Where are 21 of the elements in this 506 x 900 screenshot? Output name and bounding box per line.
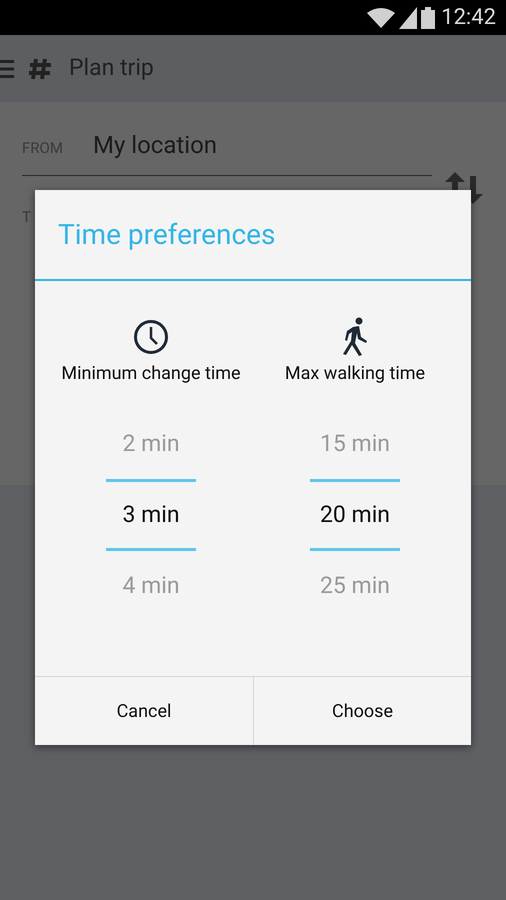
picker-option[interactable]: 4 min	[106, 551, 196, 621]
picker-option[interactable]: 25 min	[310, 551, 400, 621]
picker-option[interactable]: 3 min	[106, 479, 196, 551]
clock-icon	[133, 319, 169, 355]
wifi-icon	[367, 6, 396, 28]
column-label: Max walking time	[284, 362, 426, 386]
picker-option[interactable]: 2 min	[106, 409, 196, 479]
dialog-button[interactable]: Choose	[253, 677, 471, 745]
battery-icon	[421, 6, 436, 28]
status-time: 12:42	[441, 4, 496, 32]
dialog-button[interactable]: Cancel	[35, 677, 253, 745]
picker-option[interactable]: 20 min	[310, 479, 400, 551]
walking-person-icon	[340, 317, 370, 357]
from-field[interactable]: My location	[93, 127, 218, 163]
signal-icon	[399, 6, 418, 28]
dialog-title: Time preferences	[58, 216, 276, 252]
menu-icon[interactable]	[0, 58, 14, 78]
hash-icon	[28, 56, 52, 80]
column-label: Minimum change time	[61, 362, 241, 386]
picker-option[interactable]: 15 min	[310, 409, 400, 479]
screen-title: Plan trip	[69, 53, 154, 84]
